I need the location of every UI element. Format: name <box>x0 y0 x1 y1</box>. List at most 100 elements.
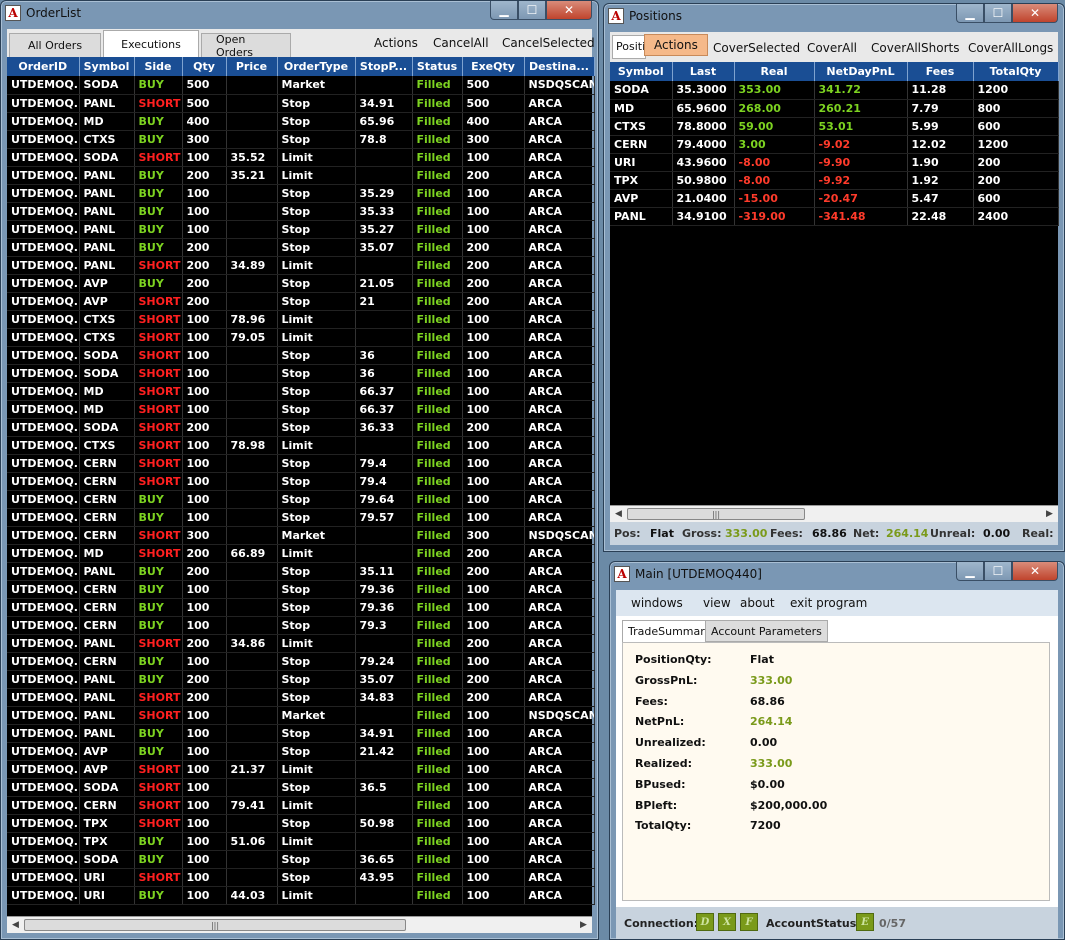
table-row[interactable]: URI 43.9600 -8.00 -9.90 1.90 200 <box>610 153 1059 172</box>
scroll-right-icon[interactable]: ▶ <box>1041 506 1058 522</box>
table-row[interactable]: UTDEMOQ... CERN BUY 100 Stop 79.64 Filled 100 AR… <box>7 490 595 509</box>
cover-all-longs-button[interactable]: CoverAllLongs <box>968 41 1053 55</box>
table-row[interactable]: UTDEMOQ... PANL BUY 200 Stop 35.11 Filled 200 AR… <box>7 562 595 581</box>
table-row[interactable]: UTDEMOQ... TPX SHORT 100 Stop 50.98 Filled 100 A… <box>7 814 595 833</box>
table-row[interactable]: TPX 50.9800 -8.00 -9.92 1.92 200 <box>610 171 1059 190</box>
table-row[interactable]: UTDEMOQ... CTXS SHORT 100 79.05 Limit Filled 10… <box>7 328 595 347</box>
table-row[interactable]: MD 65.9600 268.00 260.21 7.79 800 <box>610 99 1059 118</box>
table-row[interactable]: UTDEMOQ... PANL SHORT 200 34.89 Limit Filled 20… <box>7 256 595 275</box>
table-row[interactable]: UTDEMOQ... PANL SHORT 500 Stop 34.91 Filled 500… <box>7 94 595 113</box>
cover-all-shorts-button[interactable]: CoverAllShorts <box>871 41 959 55</box>
table-row[interactable]: UTDEMOQ... CERN SHORT 100 Stop 79.4 Filled 100 A… <box>7 472 595 491</box>
column-header[interactable]: Last <box>672 62 735 81</box>
table-row[interactable]: UTDEMOQ... SODA BUY 100 Stop 36.65 Filled 100 AR… <box>7 850 595 869</box>
column-header[interactable]: NetDayPnL <box>814 62 908 81</box>
table-row[interactable]: UTDEMOQ... CERN BUY 100 Stop 79.24 Filled 100 AR… <box>7 652 595 671</box>
table-row[interactable]: UTDEMOQ... MD SHORT 100 Stop 66.37 Filled 100 AR… <box>7 382 595 401</box>
table-row[interactable]: UTDEMOQ... SODA SHORT 100 Stop 36 Filled 100 ARC… <box>7 346 595 365</box>
close-button[interactable]: ✕ <box>1012 4 1058 23</box>
table-row[interactable]: PANL 34.9100 -319.00 -341.48 22.48 2400 <box>610 207 1059 226</box>
table-row[interactable]: UTDEMOQ... PANL BUY 100 Stop 34.91 Filled 100 AR… <box>7 724 595 743</box>
column-header[interactable]: OrderID <box>7 57 80 76</box>
column-header[interactable]: StopP... <box>355 57 413 76</box>
actions-menu[interactable]: Actions <box>644 34 708 56</box>
table-row[interactable]: UTDEMOQ... MD BUY 400 Stop 65.96 Filled 400 ARCA <box>7 112 595 131</box>
tab-trade-summary[interactable]: TradeSummary <box>622 620 718 642</box>
maximize-button[interactable]: ☐ <box>984 562 1012 581</box>
tab-executions[interactable]: Executions <box>103 30 199 57</box>
table-row[interactable]: UTDEMOQ... TPX BUY 100 51.06 Limit Filled 100 AR… <box>7 832 595 851</box>
table-row[interactable]: UTDEMOQ... PANL BUY 100 Stop 35.29 Filled 100 AR… <box>7 184 595 203</box>
column-header[interactable]: Fees <box>907 62 974 81</box>
table-row[interactable]: UTDEMOQ... PANL BUY 200 35.21 Limit Filled 200 A… <box>7 166 595 185</box>
table-row[interactable]: UTDEMOQ... CERN SHORT 100 Stop 79.4 Filled 100 A… <box>7 454 595 473</box>
scroll-right-icon[interactable]: ▶ <box>575 917 592 933</box>
column-header[interactable]: Side <box>134 57 183 76</box>
column-header[interactable]: OrderType <box>277 57 356 76</box>
table-row[interactable]: UTDEMOQ... SODA SHORT 100 Stop 36.5 Filled 100 A… <box>7 778 595 797</box>
scroll-left-icon[interactable]: ◀ <box>7 917 24 933</box>
table-row[interactable]: UTDEMOQ... MD SHORT 100 Stop 66.37 Filled 100 AR… <box>7 400 595 419</box>
main-titlebar[interactable]: A Main [UTDEMOQ440] ▁ ☐ ✕ <box>610 562 1064 586</box>
table-row[interactable]: UTDEMOQ... SODA SHORT 100 35.52 Limit Filled 10… <box>7 148 595 167</box>
column-header[interactable]: ExeQty <box>462 57 525 76</box>
maximize-button[interactable]: ☐ <box>984 4 1012 23</box>
table-row[interactable]: UTDEMOQ... AVP SHORT 100 21.37 Limit Filled 100… <box>7 760 595 779</box>
table-row[interactable]: UTDEMOQ... CTXS SHORT 100 78.98 Limit Filled 10… <box>7 436 595 455</box>
actions-menu[interactable]: Actions <box>374 36 418 50</box>
table-row[interactable]: CTXS 78.8000 59.00 53.01 5.99 600 <box>610 117 1059 136</box>
scrollbar-thumb[interactable]: ||| <box>627 508 805 520</box>
column-header[interactable]: Real <box>734 62 815 81</box>
column-header[interactable]: Status <box>412 57 463 76</box>
scroll-left-icon[interactable]: ◀ <box>610 506 627 522</box>
table-row[interactable]: UTDEMOQ... PANL SHORT 100 Market Filled 100 NSD… <box>7 706 595 725</box>
table-row[interactable]: UTDEMOQ... URI SHORT 100 Stop 43.95 Filled 100 A… <box>7 868 595 887</box>
table-row[interactable]: UTDEMOQ... SODA SHORT 100 Stop 36 Filled 100 ARC… <box>7 364 595 383</box>
table-row[interactable]: UTDEMOQ... CTXS SHORT 100 78.96 Limit Filled 10… <box>7 310 595 329</box>
minimize-button[interactable]: ▁ <box>956 4 984 23</box>
table-row[interactable]: UTDEMOQ... PANL BUY 200 Stop 35.07 Filled 200 AR… <box>7 238 595 257</box>
tab-all-orders[interactable]: All Orders <box>9 33 101 57</box>
cancel-all-button[interactable]: CancelAll <box>433 36 489 50</box>
table-row[interactable]: UTDEMOQ... SODA SHORT 200 Stop 36.33 Filled 200… <box>7 418 595 437</box>
orderlist-titlebar[interactable]: A OrderList ▁ ☐ ✕ <box>1 1 598 25</box>
table-row[interactable]: UTDEMOQ... PANL BUY 100 Stop 35.27 Filled 100 AR… <box>7 220 595 239</box>
table-row[interactable]: AVP 21.0400 -15.00 -20.47 5.47 600 <box>610 189 1059 208</box>
column-header[interactable]: Price <box>226 57 278 76</box>
table-row[interactable]: UTDEMOQ... CERN SHORT 100 79.41 Limit Filled 10… <box>7 796 595 815</box>
tab-positions[interactable]: Positi <box>612 35 646 59</box>
menu-exit-program[interactable]: exit program <box>790 596 867 610</box>
table-row[interactable]: UTDEMOQ... SODA BUY 500 Market Filled 500 NSDQS… <box>7 76 595 95</box>
menu-windows[interactable]: windows <box>631 596 683 610</box>
table-row[interactable]: UTDEMOQ... PANL BUY 100 Stop 35.33 Filled 100 AR… <box>7 202 595 221</box>
menu-view[interactable]: view <box>703 596 731 610</box>
minimize-button[interactable]: ▁ <box>490 1 518 20</box>
table-row[interactable]: UTDEMOQ... AVP SHORT 200 Stop 21 Filled 200 ARCA <box>7 292 595 311</box>
orderlist-horizontal-scrollbar[interactable]: ◀ ||| ▶ <box>7 916 592 933</box>
table-row[interactable]: UTDEMOQ... CERN BUY 100 Stop 79.3 Filled 100 ARC… <box>7 616 595 635</box>
close-button[interactable]: ✕ <box>1012 562 1058 581</box>
table-row[interactable]: UTDEMOQ... CERN BUY 100 Stop 79.36 Filled 100 AR… <box>7 598 595 617</box>
positions-titlebar[interactable]: A Positions ▁ ☐ ✕ <box>604 4 1064 28</box>
table-row[interactable]: UTDEMOQ... CERN BUY 100 Stop 79.57 Filled 100 AR… <box>7 508 595 527</box>
table-row[interactable]: UTDEMOQ... PANL SHORT 200 34.86 Limit Filled 20… <box>7 634 595 653</box>
tab-account-parameters[interactable]: Account Parameters <box>705 620 828 642</box>
table-row[interactable]: UTDEMOQ... CERN SHORT 300 Market Filled 300 NSD… <box>7 526 595 545</box>
column-header[interactable]: TotalQty <box>973 62 1059 81</box>
table-row[interactable]: UTDEMOQ... CERN BUY 100 Stop 79.36 Filled 100 AR… <box>7 580 595 599</box>
table-row[interactable]: CERN 79.4000 3.00 -9.02 12.02 1200 <box>610 135 1059 154</box>
menu-about[interactable]: about <box>740 596 775 610</box>
column-header[interactable]: Destina... <box>524 57 595 76</box>
cancel-selected-button[interactable]: CancelSelected <box>502 36 595 50</box>
column-header[interactable]: Symbol <box>79 57 135 76</box>
cover-selected-button[interactable]: CoverSelected <box>713 41 800 55</box>
table-row[interactable]: UTDEMOQ... MD SHORT 200 66.89 Limit Filled 200 A… <box>7 544 595 563</box>
close-button[interactable]: ✕ <box>546 1 592 20</box>
table-row[interactable]: UTDEMOQ... PANL BUY 200 Stop 35.07 Filled 200 AR… <box>7 670 595 689</box>
table-row[interactable]: SODA 35.3000 353.00 341.72 11.28 1200 <box>610 81 1059 100</box>
table-row[interactable]: UTDEMOQ... AVP BUY 200 Stop 21.05 Filled 200 ARC… <box>7 274 595 293</box>
column-header[interactable]: Qty <box>182 57 227 76</box>
tab-open-orders[interactable]: Open Orders <box>201 33 291 59</box>
cover-all-button[interactable]: CoverAll <box>807 41 857 55</box>
table-row[interactable]: UTDEMOQ... PANL SHORT 200 Stop 34.83 Filled 200… <box>7 688 595 707</box>
